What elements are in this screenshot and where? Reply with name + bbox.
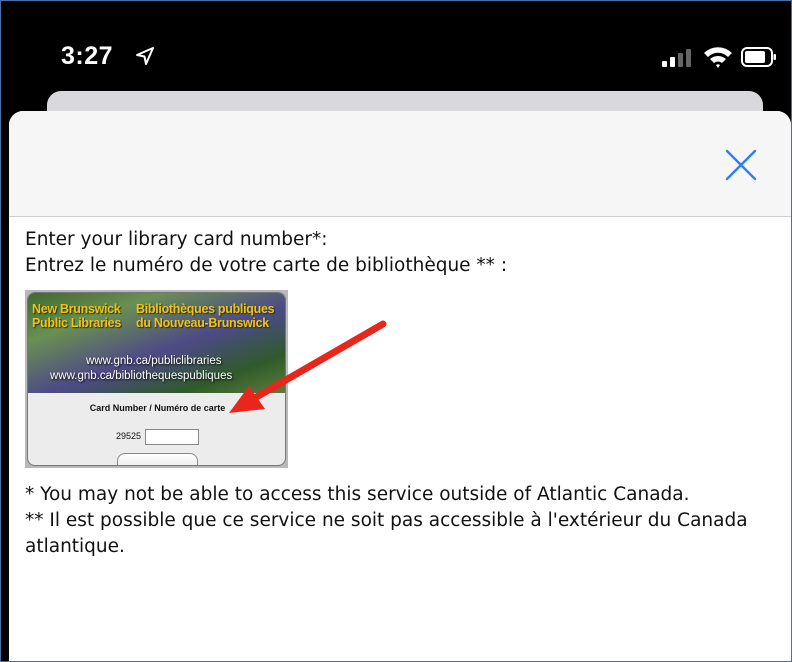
- signal-icon: [662, 49, 691, 67]
- card-url-fr: www.gnb.ca/bibliothequespubliques: [50, 370, 233, 382]
- card-org-en-2: Public Libraries: [32, 316, 121, 330]
- sheet-content: Enter your library card number*: Entrez …: [25, 227, 785, 560]
- note-english: * You may not be able to access this ser…: [25, 484, 690, 505]
- phone-screen: 3:27 Enter your library card number*: En…: [0, 0, 792, 662]
- battery-icon: [741, 47, 776, 67]
- prompt-french: Entrez le numéro de votre carte de bibli…: [25, 255, 508, 276]
- sheet-header: [9, 111, 791, 217]
- card-photo-banner: New Brunswick Bibliothèques publiques Pu…: [28, 293, 285, 393]
- card-prefix: 29525: [115, 431, 142, 441]
- note-french: ** Il est possible que ce service ne soi…: [25, 510, 748, 557]
- card-number-input-illustration: [145, 428, 200, 445]
- close-icon[interactable]: [721, 145, 761, 185]
- location-arrow-icon: [136, 47, 154, 65]
- library-card-image: New Brunswick Bibliothèques publiques Pu…: [25, 290, 387, 468]
- card-org-fr-2: du Nouveau-Brunswick: [136, 316, 269, 330]
- status-time: 3:27: [61, 42, 114, 70]
- prompt-english: Enter your library card number*:: [25, 229, 328, 250]
- card-number-label: Card Number / Numéro de carte: [89, 403, 226, 413]
- wifi-icon: [704, 47, 732, 68]
- card-panel: New Brunswick Bibliothèques publiques Pu…: [27, 292, 286, 466]
- modal-sheet: Enter your library card number*: Entrez …: [9, 111, 791, 661]
- login-button-illustration: Login / Accéder: [117, 453, 198, 465]
- card-form: Card Number / Numéro de carte 29525 Logi…: [28, 393, 285, 465]
